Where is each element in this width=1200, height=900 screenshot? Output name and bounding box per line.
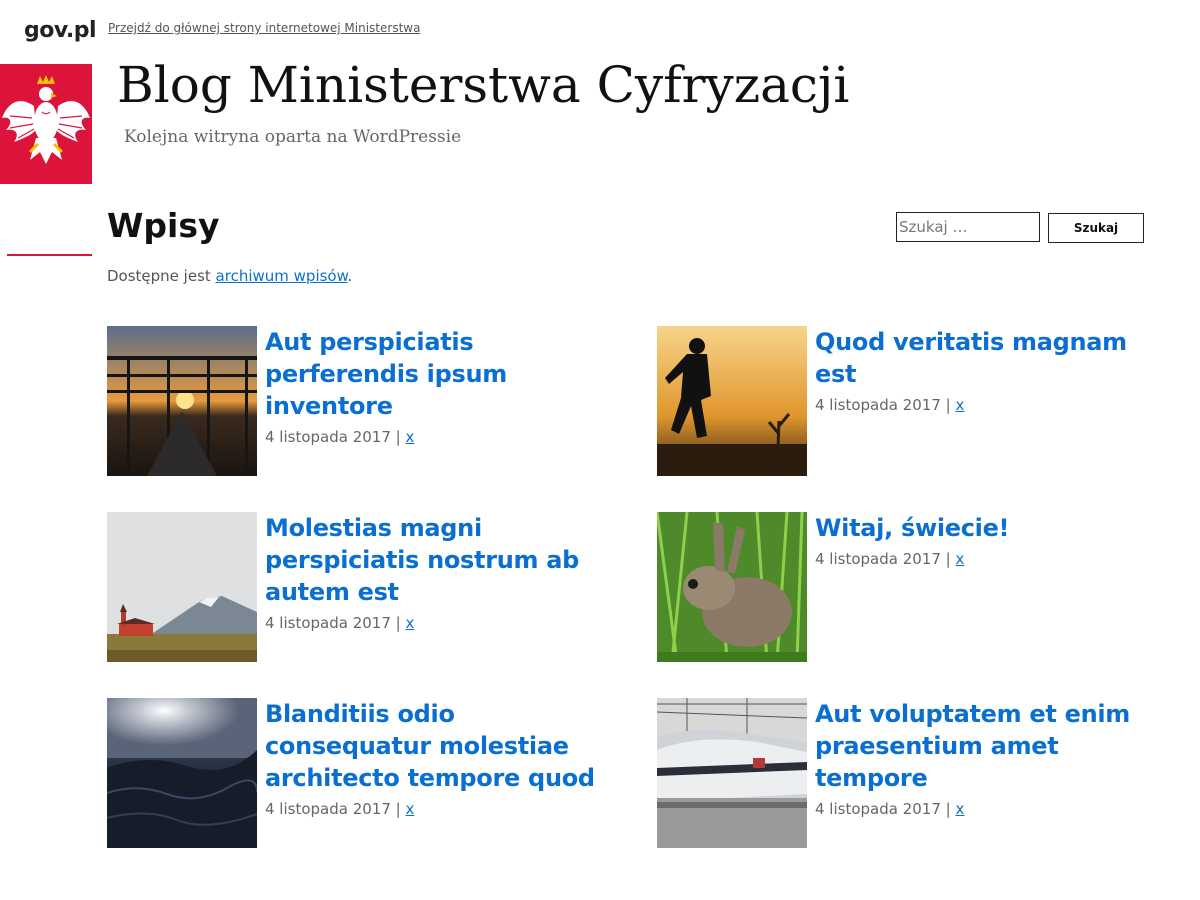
search-input[interactable] (896, 212, 1040, 242)
post-body: Witaj, świecie! 4 listopada 2017 | x (815, 512, 1160, 568)
post-date: 4 listopada 2017 (815, 800, 941, 818)
meta-separator: | (390, 428, 406, 446)
post-date: 4 listopada 2017 (815, 550, 941, 568)
meta-separator: | (940, 550, 956, 568)
post-title-link[interactable]: Aut perspiciatis perferendis ipsum inven… (265, 326, 610, 422)
polish-eagle-emblem[interactable] (0, 64, 92, 184)
post-date: 4 listopada 2017 (815, 396, 941, 414)
archive-link[interactable]: archiwum wpisów (216, 267, 348, 285)
post-tag-link[interactable]: x (405, 800, 414, 818)
post-thumbnail-sunset-bridge[interactable] (107, 326, 257, 476)
post-body: Aut perspiciatis perferendis ipsum inven… (265, 326, 610, 446)
post-title-link[interactable]: Witaj, świecie! (815, 512, 1160, 544)
post-thumbnail-church-landscape[interactable] (107, 512, 257, 662)
page-title: Wpisy (107, 206, 220, 245)
post-title-link[interactable]: Aut voluptatem et enim praesentium amet … (815, 698, 1160, 794)
white-eagle-icon (2, 75, 90, 164)
post-thumbnail-train-station[interactable] (657, 698, 807, 848)
search-button[interactable]: Szukaj (1048, 213, 1144, 243)
gov-pl-logo[interactable]: gov.pl (24, 18, 97, 43)
post-tag-link[interactable]: x (955, 550, 964, 568)
post-body: Molestias magni perspiciatis nostrum ab … (265, 512, 610, 632)
post-date: 4 listopada 2017 (265, 614, 391, 632)
post-date: 4 listopada 2017 (265, 428, 391, 446)
post-tag-link[interactable]: x (405, 614, 414, 632)
post-meta: 4 listopada 2017 | x (265, 428, 610, 446)
post-body: Blanditiis odio consequatur molestiae ar… (265, 698, 610, 818)
post-body: Aut voluptatem et enim praesentium amet … (815, 698, 1160, 818)
site-title[interactable]: Blog Ministerstwa Cyfryzacji (117, 56, 849, 114)
post-title-link[interactable]: Blanditiis odio consequatur molestiae ar… (265, 698, 610, 794)
meta-separator: | (940, 800, 956, 818)
post-meta: 4 listopada 2017 | x (265, 800, 610, 818)
intro-suffix: . (347, 267, 353, 285)
archive-intro: Dostępne jest archiwum wpisów. (107, 267, 352, 285)
post-meta: 4 listopada 2017 | x (265, 614, 610, 632)
post-tag-link[interactable]: x (955, 396, 964, 414)
post-meta: 4 listopada 2017 | x (815, 800, 1160, 818)
post-meta: 4 listopada 2017 | x (815, 550, 1160, 568)
meta-separator: | (390, 800, 406, 818)
post-thumbnail-rabbit-grass[interactable] (657, 512, 807, 662)
post-title-link[interactable]: Molestias magni perspiciatis nostrum ab … (265, 512, 610, 608)
post-tag-link[interactable]: x (405, 428, 414, 446)
red-divider (7, 254, 92, 256)
post-date: 4 listopada 2017 (265, 800, 391, 818)
post-meta: 4 listopada 2017 | x (815, 396, 1160, 414)
skip-to-ministry-link[interactable]: Przejdź do głównej strony internetowej M… (108, 21, 420, 35)
site-description: Kolejna witryna oparta na WordPressie (124, 127, 462, 147)
post-tag-link[interactable]: x (955, 800, 964, 818)
post-body: Quod veritatis magnam est 4 listopada 20… (815, 326, 1160, 414)
meta-separator: | (390, 614, 406, 632)
intro-text: Dostępne jest (107, 267, 216, 285)
post-title-link[interactable]: Quod veritatis magnam est (815, 326, 1160, 390)
meta-separator: | (940, 396, 956, 414)
post-thumbnail-sea-waves[interactable] (107, 698, 257, 848)
post-thumbnail-runner-silhouette[interactable] (657, 326, 807, 476)
